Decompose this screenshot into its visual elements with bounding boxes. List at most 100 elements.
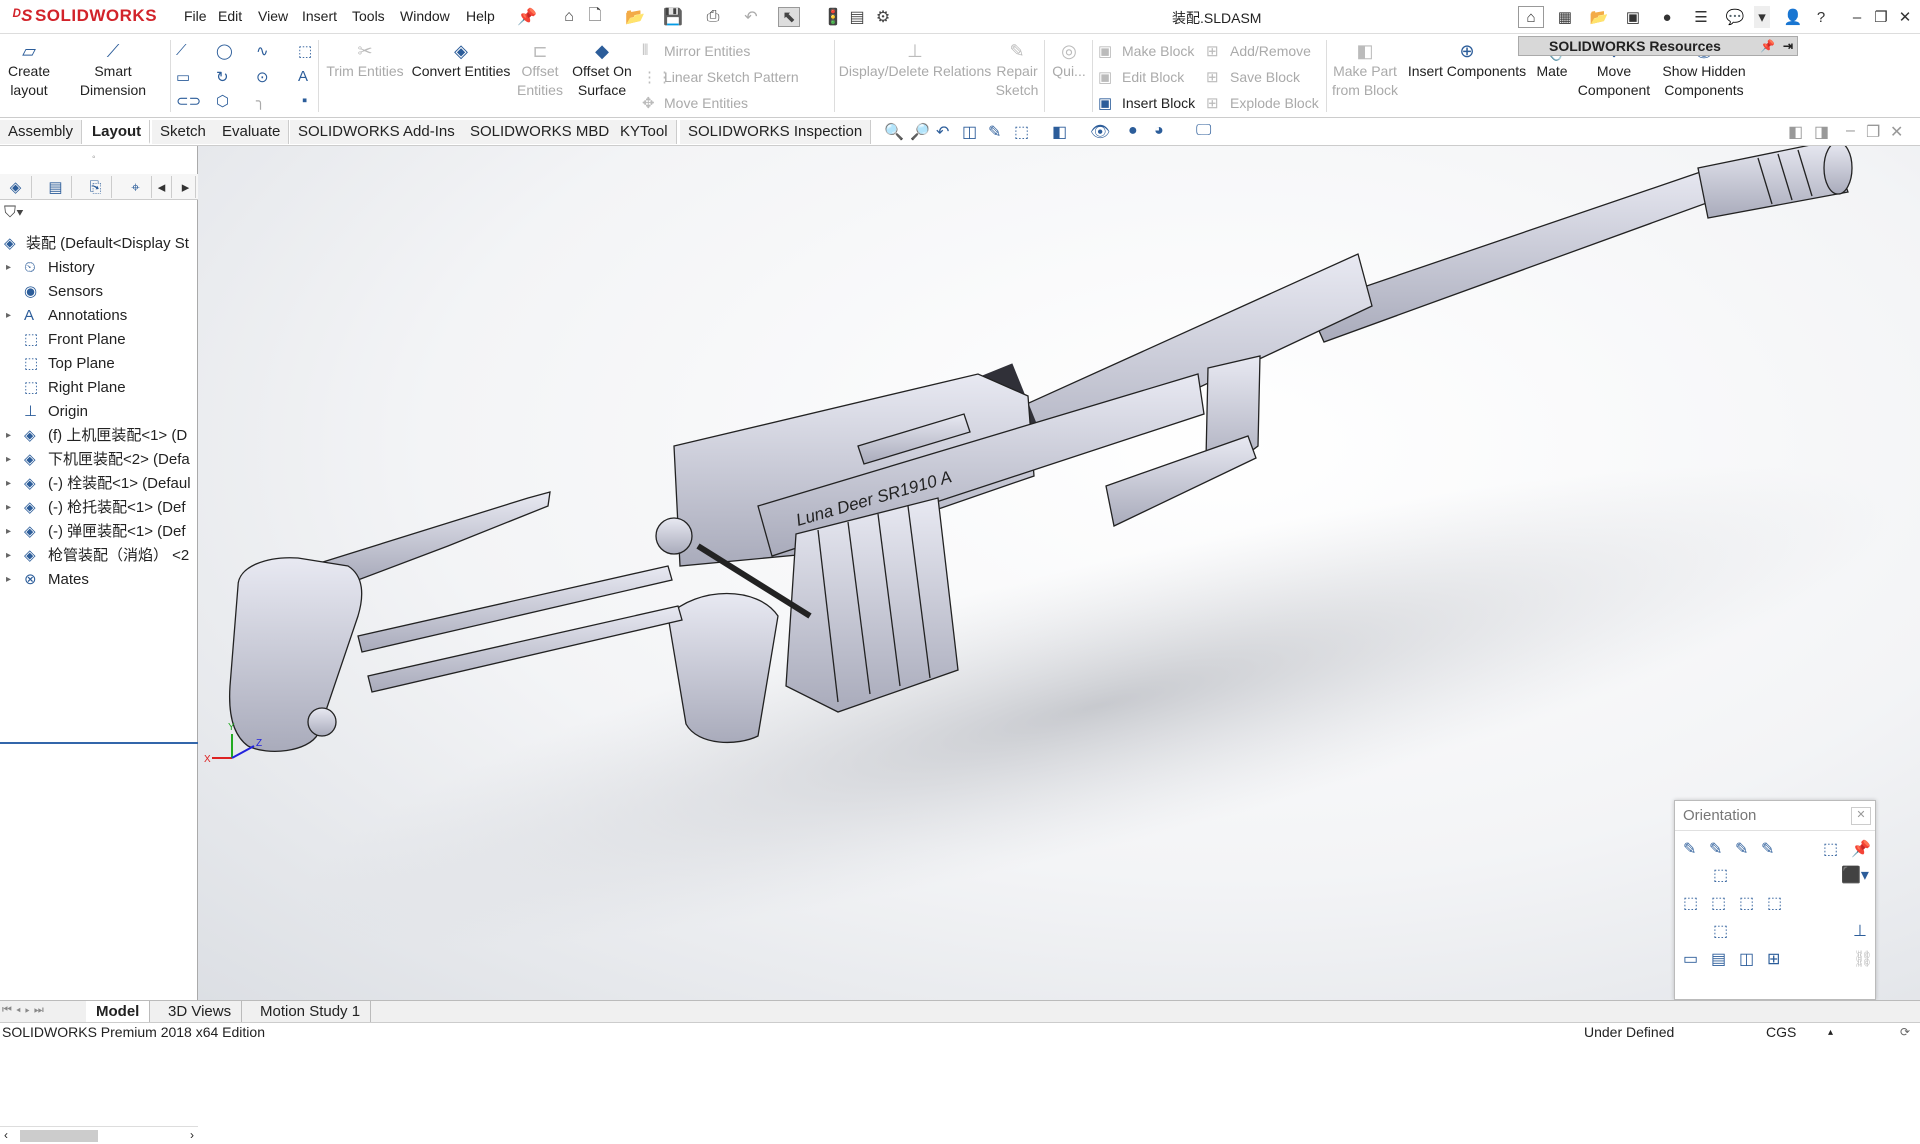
bottom-view-icon[interactable]: ⬚	[1713, 921, 1728, 941]
units-dropdown-icon[interactable]: ▴	[1828, 1023, 1833, 1042]
tree-item[interactable]: ◉ Sensors	[0, 280, 198, 304]
apply-scene-icon[interactable]: ◕	[1154, 122, 1164, 140]
menu-tools[interactable]: Tools	[352, 8, 385, 24]
configuration-manager-tab-icon[interactable]: ⎘	[80, 176, 112, 198]
custom-properties-icon[interactable]: ☰	[1688, 6, 1714, 28]
view-settings-icon[interactable]: 🖵	[1196, 122, 1211, 140]
insert-components-button[interactable]: ⊕ Insert Components	[1404, 42, 1530, 81]
save-icon[interactable]: 💾	[662, 7, 684, 27]
tree-item[interactable]: ▸ ⏲ History	[0, 256, 198, 280]
doc-restore-icon[interactable]: ❐	[1866, 122, 1880, 142]
doc-minimize-icon[interactable]: –	[1846, 122, 1855, 140]
tab-sketch[interactable]: Sketch	[152, 120, 215, 144]
expand-arrow-icon[interactable]: ▸	[6, 472, 11, 496]
link-views-icon[interactable]: ⛓	[1853, 949, 1873, 969]
solidworks-logo[interactable]: ᴰS SOLIDWORKS	[12, 6, 157, 26]
user-icon[interactable]: 👤	[1780, 6, 1806, 28]
ellipse-icon[interactable]: ⊙	[256, 68, 269, 86]
new-view-icon[interactable]: ✎	[1683, 839, 1696, 859]
mirror-entities-button[interactable]: Mirror Entities	[664, 43, 750, 59]
spline-icon[interactable]: ∿	[256, 42, 269, 60]
file-explorer-icon[interactable]: 📂	[1586, 6, 1612, 28]
traffic-light-icon[interactable]: 🚦	[822, 7, 844, 27]
solidworks-resources-panel-header[interactable]: SOLIDWORKS Resources 📌 ⇥	[1518, 36, 1798, 56]
scroll-thumb[interactable]	[20, 1130, 98, 1142]
doc-close-icon[interactable]: ✕	[1890, 122, 1903, 142]
expand-arrow-icon[interactable]: ▸	[6, 256, 11, 280]
offset-on-surface-button[interactable]: ◆ Offset On Surface	[566, 42, 638, 100]
insert-block-button[interactable]: Insert Block	[1122, 95, 1195, 111]
tab-kytool[interactable]: KYTool	[612, 120, 677, 144]
scroll-right-icon[interactable]: ›	[190, 1128, 194, 1142]
unit-system-selector[interactable]: CGS	[1766, 1023, 1796, 1042]
make-part-from-block-button[interactable]: ◧ Make Part from Block	[1328, 42, 1402, 100]
tree-item[interactable]: ▸ ⊗ Mates	[0, 568, 198, 592]
tree-item[interactable]: ▸ ◈ (-) 弹匣装配<1> (Def	[0, 520, 198, 544]
expand-arrow-icon[interactable]: ▸	[6, 520, 11, 544]
menu-file[interactable]: File	[184, 8, 207, 24]
tree-item[interactable]: ⬚ Front Plane	[0, 328, 198, 352]
tab-solidworks-add-ins[interactable]: SOLIDWORKS Add-Ins	[290, 120, 464, 144]
tree-item[interactable]: ⬚ Top Plane	[0, 352, 198, 376]
orientation-close-icon[interactable]: ✕	[1851, 807, 1871, 825]
repair-sketch-button[interactable]: ✎ Repair Sketch	[994, 42, 1040, 100]
options-gear-icon[interactable]: ⚙	[872, 7, 894, 27]
rectangle-icon[interactable]: ▭	[176, 68, 190, 86]
tab-solidworks-mbd[interactable]: SOLIDWORKS MBD	[462, 120, 619, 144]
edit-appearance-icon[interactable]: ●	[1128, 122, 1138, 140]
rebuild-icon[interactable]: ⟳	[1900, 1023, 1910, 1042]
expand-arrow-icon[interactable]: ▸	[6, 424, 11, 448]
edit-block-button[interactable]: Edit Block	[1122, 69, 1184, 85]
tree-item[interactable]: ⬚ Right Plane	[0, 376, 198, 400]
isometric-dropdown-icon[interactable]: ⬛▾	[1841, 865, 1869, 885]
right-view-icon[interactable]: ⬚	[1739, 893, 1754, 913]
file-properties-icon[interactable]: ▤	[846, 7, 868, 27]
expand-arrow-icon[interactable]: ▸	[6, 304, 11, 328]
tab-motion-study-1[interactable]: Motion Study 1	[250, 1001, 372, 1022]
tree-item[interactable]: ▸ ◈ (-) 枪托装配<1> (Def	[0, 496, 198, 520]
tree-item[interactable]: ▸ ◈ 枪管装配（消焰） <2	[0, 544, 198, 568]
linear-sketch-pattern-button[interactable]: Linear Sketch Pattern	[664, 69, 799, 85]
quick-snaps-button[interactable]: ◎ Qui...	[1048, 42, 1090, 81]
tree-root-assembly[interactable]: ◈ 装配 (Default<Display St	[0, 232, 198, 256]
appearances-icon[interactable]: ●	[1654, 6, 1680, 28]
view-selector-icon[interactable]: ✎	[1761, 839, 1774, 859]
add-remove-button[interactable]: Add/Remove	[1230, 43, 1311, 59]
expand-dropdown-icon[interactable]: ▾	[1754, 6, 1770, 28]
tree-item[interactable]: ▸ ◈ 下机匣装配<2> (Defa	[0, 448, 198, 472]
tree-item[interactable]: ▸ ◈ (-) 栓装配<1> (Defaul	[0, 472, 198, 496]
restore-icon[interactable]: ❐	[1868, 6, 1894, 28]
tabs-scroll-left-icon[interactable]: ◂	[152, 176, 172, 198]
convert-entities-button[interactable]: ◈ Convert Entities	[408, 42, 514, 81]
expand-arrow-icon[interactable]: ▸	[6, 544, 11, 568]
menu-edit[interactable]: Edit	[218, 8, 242, 24]
tab-evaluate[interactable]: Evaluate	[214, 120, 290, 144]
menu-help[interactable]: Help	[466, 8, 495, 24]
update-standard-views-icon[interactable]: ✎	[1709, 839, 1722, 859]
minimize-icon[interactable]: –	[1844, 6, 1870, 28]
panel-grip-icon[interactable]: ◦	[92, 152, 96, 163]
tab-navigation-arrows[interactable]: ⏮◂▸⏭	[2, 1004, 48, 1017]
tree-item[interactable]: ⊥ Origin	[0, 400, 198, 424]
filter-icon[interactable]: ⛉▾	[4, 204, 24, 222]
explode-block-button[interactable]: Explode Block	[1230, 95, 1319, 111]
pin-icon[interactable]: 📌	[1760, 37, 1775, 55]
polygon-icon[interactable]: ⬡	[216, 92, 229, 110]
grid-icon[interactable]: ⬚	[298, 42, 312, 60]
new-document-icon[interactable]: 🗋	[584, 7, 606, 27]
tab-model[interactable]: Model	[86, 1001, 151, 1022]
collapse-icon[interactable]: ⇥	[1783, 37, 1793, 55]
scroll-left-icon[interactable]: ‹	[4, 1128, 8, 1142]
standard-view-cube-icon[interactable]: ⬚	[1823, 839, 1838, 859]
two-view-horizontal-icon[interactable]: ▤	[1711, 949, 1726, 969]
tab-layout[interactable]: Layout	[84, 120, 151, 144]
tile-right-icon[interactable]: ◨	[1814, 122, 1829, 142]
design-library-icon[interactable]: ▦	[1552, 6, 1578, 28]
view-palette-icon[interactable]: ▣	[1620, 6, 1646, 28]
open-folder-icon[interactable]: 📂	[624, 7, 646, 27]
reset-standard-views-icon[interactable]: ✎	[1735, 839, 1748, 859]
front-view-icon[interactable]: ⬚	[1711, 893, 1726, 913]
point-icon[interactable]: ▪	[302, 92, 307, 109]
smart-dimension-button[interactable]: ⟋ Smart Dimension	[60, 42, 166, 100]
tile-left-icon[interactable]: ◧	[1788, 122, 1803, 142]
